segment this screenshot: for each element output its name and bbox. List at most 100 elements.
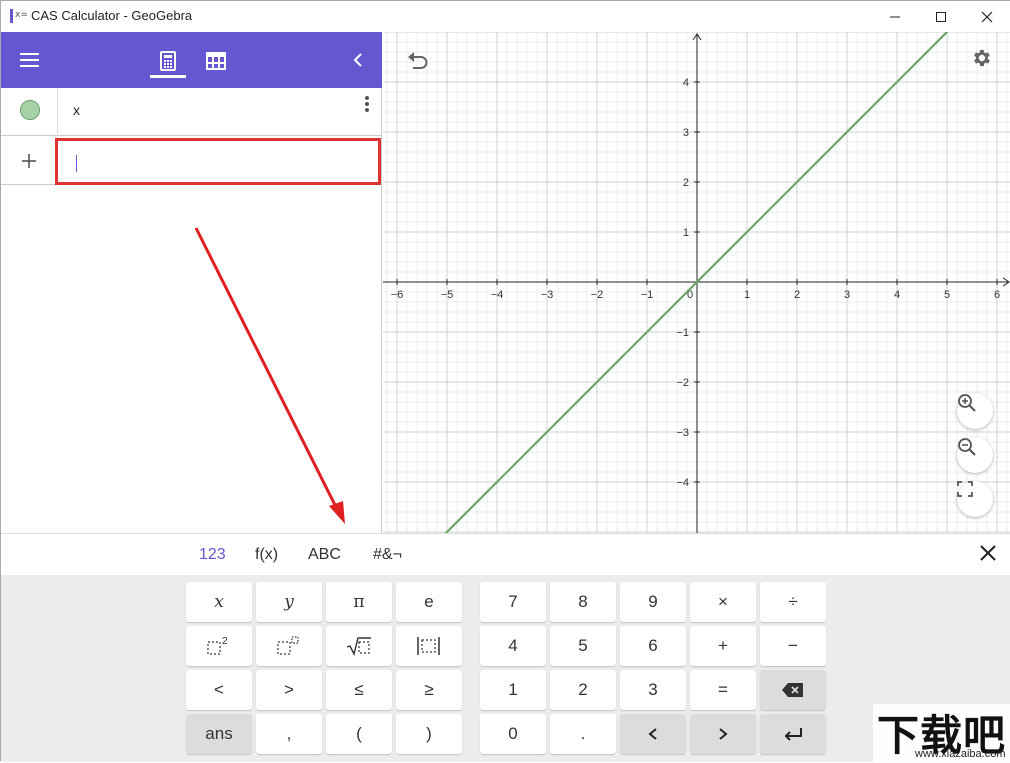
key-close-paren[interactable]: )	[396, 714, 462, 754]
key-cursor-left[interactable]	[620, 714, 686, 754]
menu-icon[interactable]	[20, 53, 39, 67]
zoom-in-button[interactable]	[957, 393, 993, 429]
absolute-value-icon	[417, 637, 440, 655]
y-tick-label: −1	[676, 327, 689, 339]
key-ans[interactable]: ans	[186, 714, 252, 754]
close-icon	[980, 545, 996, 561]
key-pi[interactable]: π	[326, 582, 392, 622]
more-options-icon[interactable]	[361, 94, 373, 114]
key-square[interactable]: 2	[186, 626, 252, 666]
key-e[interactable]: e	[396, 582, 462, 622]
zoom-out-icon	[958, 438, 976, 456]
tab-algebra[interactable]	[153, 46, 183, 76]
virtual-keyboard: x y π e 2 < > ≤ ≥ ans , () 7 8 9 × ÷ 4 …	[1, 575, 1010, 762]
key-y[interactable]: y	[256, 582, 322, 622]
key-sqrt[interactable]	[326, 626, 392, 666]
key-6[interactable]: 6	[620, 626, 686, 666]
x-tick-label: −3	[541, 289, 554, 301]
key-abs[interactable]	[396, 626, 462, 666]
x-tick-label: 4	[894, 289, 900, 301]
chevron-left-icon	[353, 53, 362, 67]
x-tick-label: 3	[844, 289, 850, 301]
key-greater-equal[interactable]: ≥	[396, 670, 462, 710]
visibility-toggle[interactable]	[20, 100, 40, 120]
undo-icon	[408, 52, 428, 69]
settings-button[interactable]	[970, 47, 992, 69]
enter-icon	[784, 728, 802, 741]
key-multiply[interactable]: ×	[690, 582, 756, 622]
key-8[interactable]: 8	[550, 582, 616, 622]
watermark-url: www.xiazaiba.com	[915, 748, 1006, 760]
key-9[interactable]: 9	[620, 582, 686, 622]
x-tick-label: −5	[441, 289, 454, 301]
chevron-left-icon	[648, 728, 657, 740]
sqrt-icon	[346, 637, 371, 657]
maximize-button[interactable]	[918, 1, 964, 32]
fullscreen-button[interactable]	[957, 481, 993, 517]
algebra-input-field[interactable]	[55, 138, 381, 185]
plus-icon	[22, 154, 36, 168]
algebra-view: x	[1, 88, 382, 533]
key-7[interactable]: 7	[480, 582, 546, 622]
key-decimal[interactable]: .	[550, 714, 616, 754]
close-keyboard-button[interactable]	[979, 544, 1001, 566]
svg-text:2: 2	[222, 636, 228, 647]
key-4[interactable]: 4	[480, 626, 546, 666]
y-tick-label: −4	[676, 477, 689, 489]
keyboard-tab-symbols[interactable]: #&¬	[373, 546, 402, 564]
algebra-input-row	[1, 137, 382, 185]
close-button[interactable]	[964, 1, 1010, 32]
key-power[interactable]	[256, 626, 322, 666]
key-greater-than[interactable]: >	[256, 670, 322, 710]
key-backspace[interactable]	[760, 670, 826, 710]
fullscreen-icon	[957, 481, 973, 497]
zoom-in-icon	[958, 394, 976, 412]
y-tick-label: −2	[676, 377, 689, 389]
square-icon: 2	[207, 636, 228, 655]
window-title: CAS Calculator - GeoGebra	[31, 8, 193, 23]
key-0[interactable]: 0	[480, 714, 546, 754]
active-tab-indicator	[150, 75, 186, 78]
keyboard-tab-numbers[interactable]: 123	[199, 546, 226, 564]
add-item-button[interactable]	[1, 137, 58, 185]
site-watermark: 下载吧 www.xiazaiba.com	[873, 704, 1010, 762]
key-divide[interactable]: ÷	[760, 582, 826, 622]
visibility-toggle-cell	[1, 88, 58, 136]
collapse-panel-button[interactable]	[348, 49, 368, 71]
x-tick-label: 2	[794, 289, 800, 301]
graphics-view[interactable]: −6 −5 −4 −3 −2 −1 0 1 2 3 4 5 6 4 3 2 1 −1 −2 −3 −4	[383, 32, 1010, 533]
key-comma[interactable]: ,	[256, 714, 322, 754]
key-1[interactable]: 1	[480, 670, 546, 710]
tab-table[interactable]	[201, 46, 231, 76]
undo-button[interactable]	[405, 50, 431, 72]
key-5[interactable]: 5	[550, 626, 616, 666]
key-3[interactable]: 3	[620, 670, 686, 710]
key-plus[interactable]: +	[690, 626, 756, 666]
key-enter[interactable]	[760, 714, 826, 754]
algebra-expression[interactable]: x	[73, 102, 80, 118]
key-minus[interactable]: −	[760, 626, 826, 666]
y-tick-label: 4	[683, 77, 689, 89]
algebra-row[interactable]: x	[1, 88, 382, 136]
zoom-out-button[interactable]	[957, 437, 993, 473]
key-cursor-right[interactable]	[690, 714, 756, 754]
x-tick-label: −6	[391, 289, 404, 301]
key-2[interactable]: 2	[550, 670, 616, 710]
key-less-equal[interactable]: ≤	[326, 670, 392, 710]
key-open-paren[interactable]: (	[326, 714, 392, 754]
keyboard-tab-functions[interactable]: f(x)	[255, 546, 278, 564]
keyboard-tab-letters[interactable]: ABC	[308, 546, 341, 564]
key-x[interactable]: x	[186, 582, 252, 622]
key-equals[interactable]: =	[690, 670, 756, 710]
geogebra-window: x = CAS Calculator - GeoGebra x −6 −5 −4 …	[0, 0, 1010, 762]
graph-canvas[interactable]: −6 −5 −4 −3 −2 −1 0 1 2 3 4 5 64321−1−2−3−4	[383, 32, 1010, 533]
x-tick-label: 5	[944, 289, 950, 301]
x-tick-label: 1	[744, 289, 750, 301]
x-tick-label: −1	[641, 289, 654, 301]
minimize-button[interactable]	[872, 1, 918, 32]
x-tick-label: 6	[994, 289, 1000, 301]
y-tick-label: 2	[683, 177, 689, 189]
title-bar: x= CAS Calculator - GeoGebra	[1, 1, 1010, 32]
y-tick-label: −3	[676, 427, 689, 439]
key-less-than[interactable]: <	[186, 670, 252, 710]
